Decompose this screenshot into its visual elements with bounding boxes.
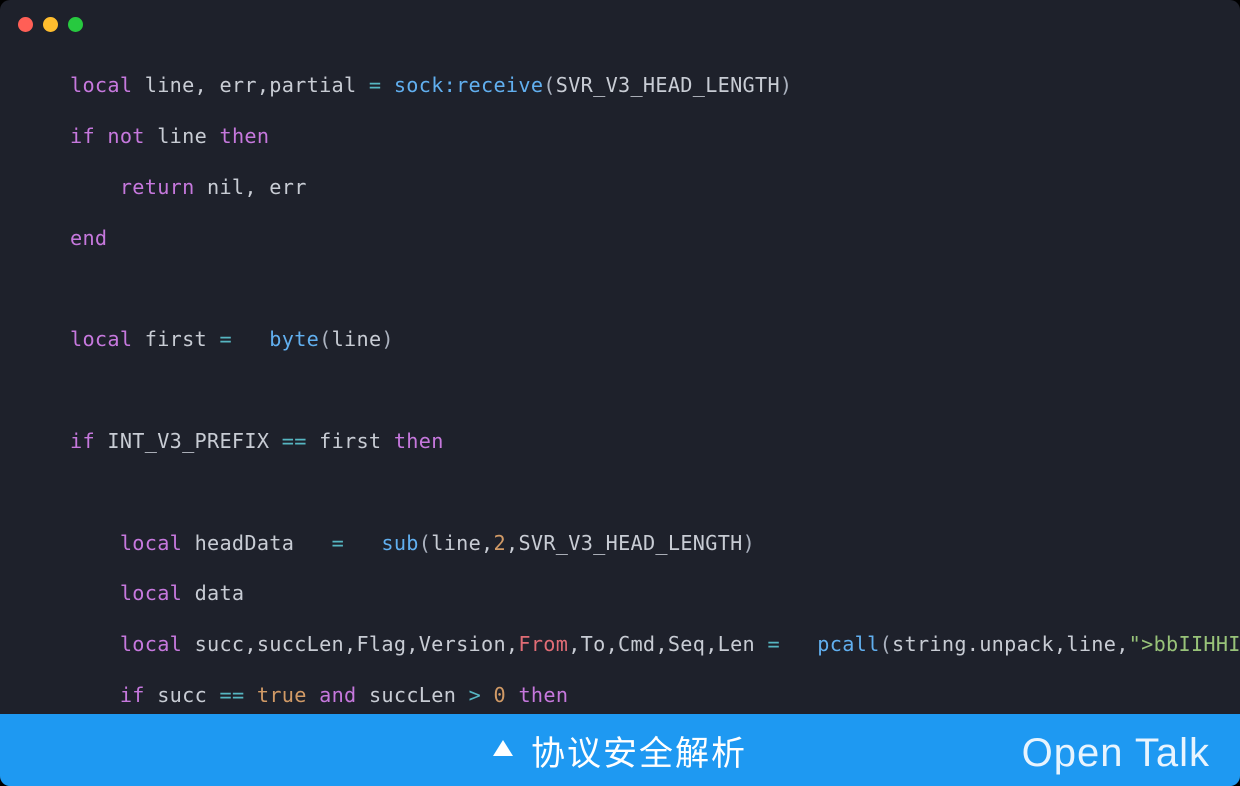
code-line: [70, 277, 1240, 302]
code-line: local headData = sub(line,2,SVR_V3_HEAD_…: [70, 531, 1240, 556]
code-area[interactable]: local line, err,partial = sock:receive(S…: [0, 48, 1240, 786]
footer-title-group: 协议安全解析: [493, 726, 747, 775]
close-icon[interactable]: [18, 17, 33, 32]
slide-title: 协议安全解析: [531, 726, 747, 775]
code-line: local data: [70, 581, 1240, 606]
triangle-icon: [493, 740, 513, 756]
code-line: end: [70, 226, 1240, 251]
maximize-icon[interactable]: [68, 17, 83, 32]
code-line: local first = byte(line): [70, 327, 1240, 352]
code-line: if not line then: [70, 124, 1240, 149]
code-line: if INT_V3_PREFIX == first then: [70, 429, 1240, 454]
code-line: [70, 480, 1240, 505]
code-line: [70, 378, 1240, 403]
brand-label: Open Talk: [1022, 731, 1210, 776]
editor-window: local line, err,partial = sock:receive(S…: [0, 0, 1240, 786]
code-line: local line, err,partial = sock:receive(S…: [70, 73, 1240, 98]
titlebar: [0, 0, 1240, 48]
code-line: if succ == true and succLen > 0 then: [70, 683, 1240, 708]
code-line: return nil, err: [70, 175, 1240, 200]
footer-bar: 协议安全解析 Open Talk: [0, 714, 1240, 786]
minimize-icon[interactable]: [43, 17, 58, 32]
code-line: local succ,succLen,Flag,Version,From,To,…: [70, 632, 1240, 657]
